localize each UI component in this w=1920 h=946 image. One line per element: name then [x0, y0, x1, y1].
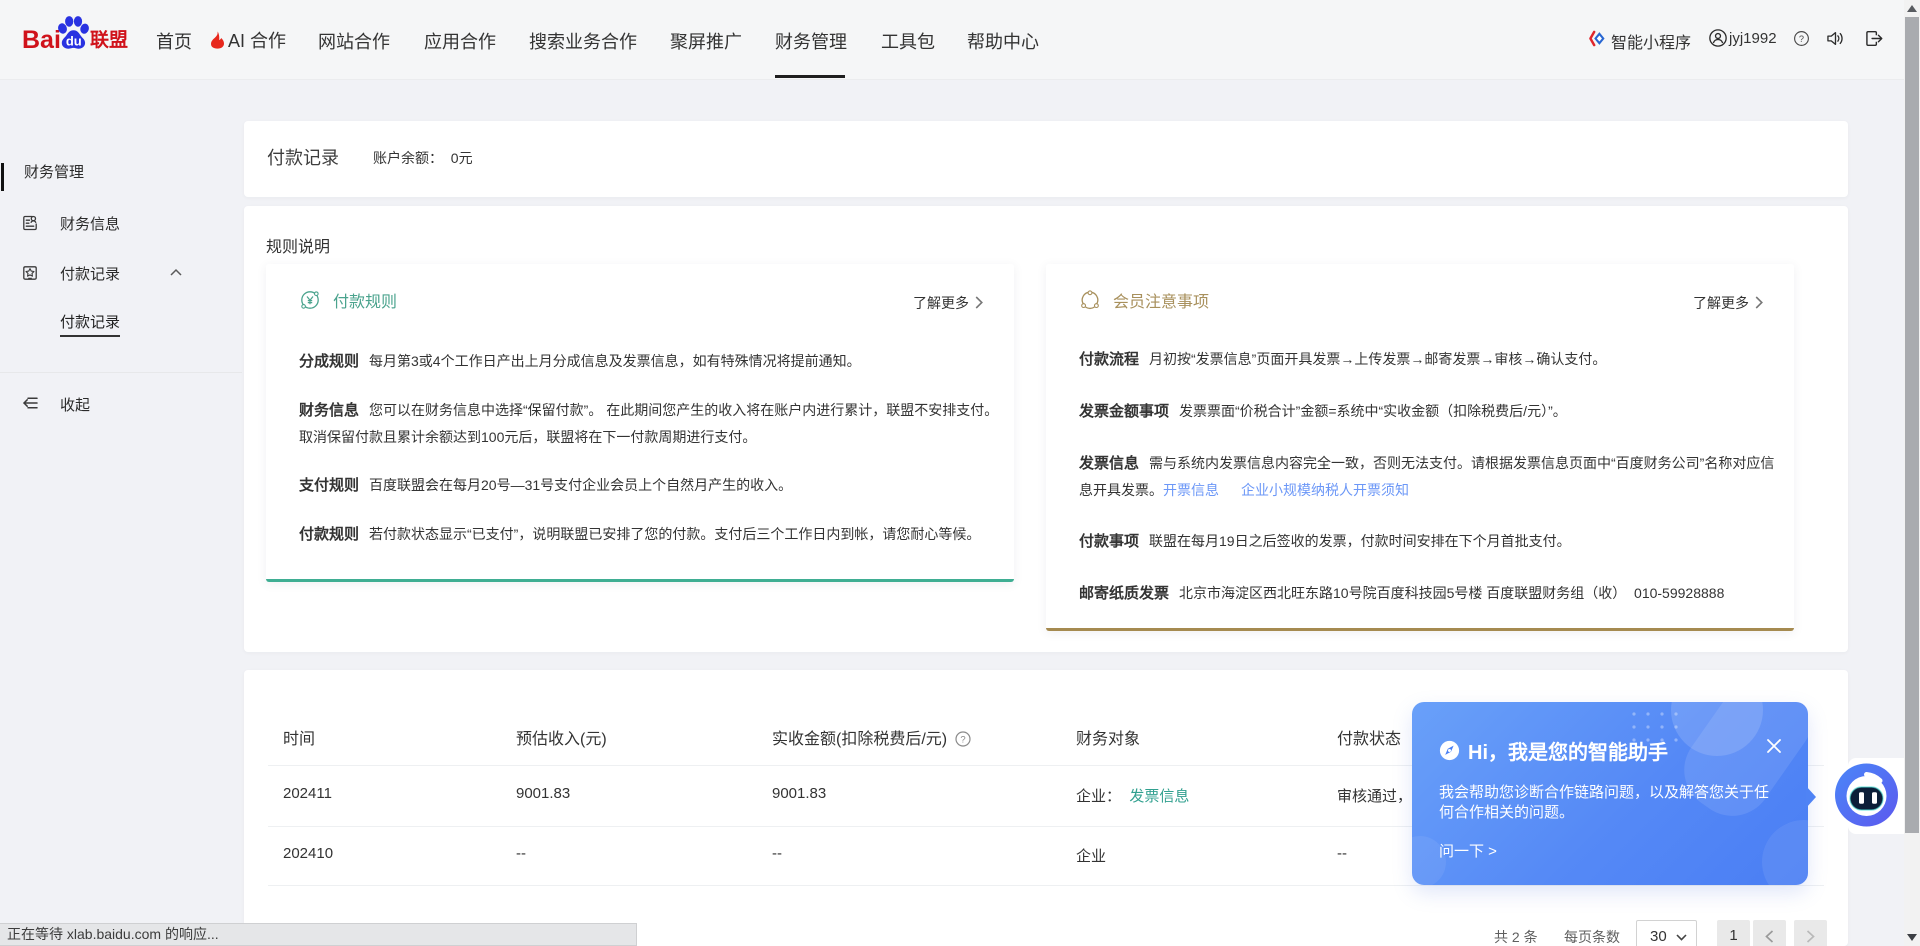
svg-text:?: ? — [1799, 34, 1804, 44]
svg-text:?: ? — [960, 734, 965, 745]
